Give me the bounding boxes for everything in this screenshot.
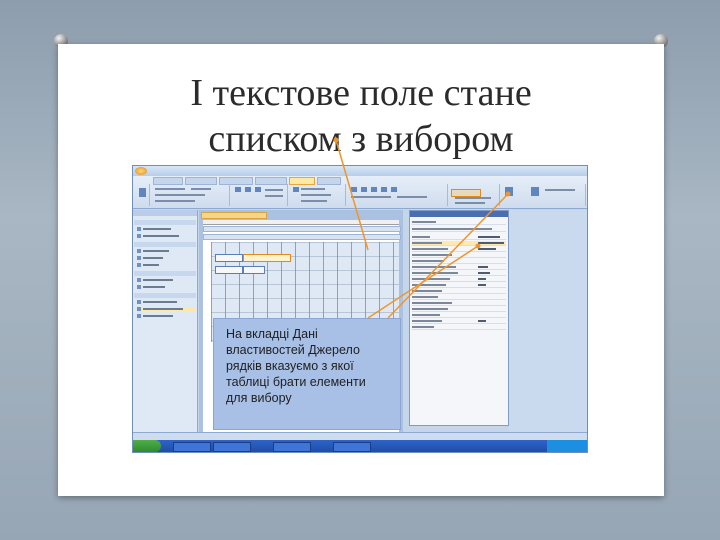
title-pointer-dot	[333, 137, 339, 143]
title-pointer-line	[335, 139, 369, 251]
callout-pointer-line	[387, 193, 509, 319]
callout-pointer-dot	[475, 243, 481, 249]
annotation-arrows	[333, 137, 511, 319]
callout-pointer-dot	[505, 191, 511, 197]
